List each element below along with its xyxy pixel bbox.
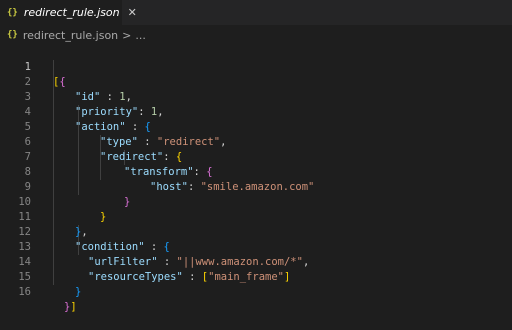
- json-file-icon: {}: [7, 7, 18, 18]
- code-line: 12 "condition" : {: [0, 210, 512, 253]
- bracket-close: ]: [70, 301, 77, 313]
- tab-label: redirect_rule.json: [23, 6, 120, 19]
- json-file-icon: {}: [7, 30, 18, 40]
- code-line: 9 }: [0, 165, 512, 208]
- code-line: 5 "type" : "redirect",: [0, 105, 512, 148]
- code-line: 2 "id" : 1,: [0, 60, 512, 103]
- code-line: 4 "action" : {: [0, 90, 512, 133]
- code-line: 16 }]: [0, 270, 512, 313]
- code-line: 14 "resourceTypes" : ["main_frame"]: [0, 240, 512, 283]
- breadcrumb-separator: >: [122, 28, 132, 42]
- code-line: 3 "priority": 1,: [0, 75, 512, 118]
- code-line: 8 "host": "smile.amazon.com": [0, 150, 512, 193]
- breadcrumb-more[interactable]: ...: [135, 29, 146, 42]
- code-line: 6 "redirect": {: [0, 120, 512, 163]
- tab-bar: {} redirect_rule.json ✕: [0, 0, 512, 25]
- code-editor[interactable]: 1 [{ 2 "id" : 1, 3 "priority": 1, 4 "act…: [0, 45, 512, 320]
- line-number: 16: [18, 286, 31, 298]
- code-line: 13 "urlFilter" : "||www.amazon.com/*",: [0, 225, 512, 268]
- tab-redirect-rule-json[interactable]: {} redirect_rule.json ✕: [0, 0, 137, 25]
- code-line: 15 }: [0, 255, 512, 298]
- brace-close: }: [75, 286, 82, 298]
- close-icon[interactable]: ✕: [128, 7, 137, 18]
- code-line: 7 "transform": {: [0, 135, 512, 178]
- code-line: 11 },: [0, 195, 512, 238]
- code-line: 10 }: [0, 180, 512, 223]
- code-line: 1 [{: [0, 45, 512, 88]
- breadcrumb-file[interactable]: redirect_rule.json: [23, 29, 118, 42]
- breadcrumb: {} redirect_rule.json > ...: [0, 25, 512, 45]
